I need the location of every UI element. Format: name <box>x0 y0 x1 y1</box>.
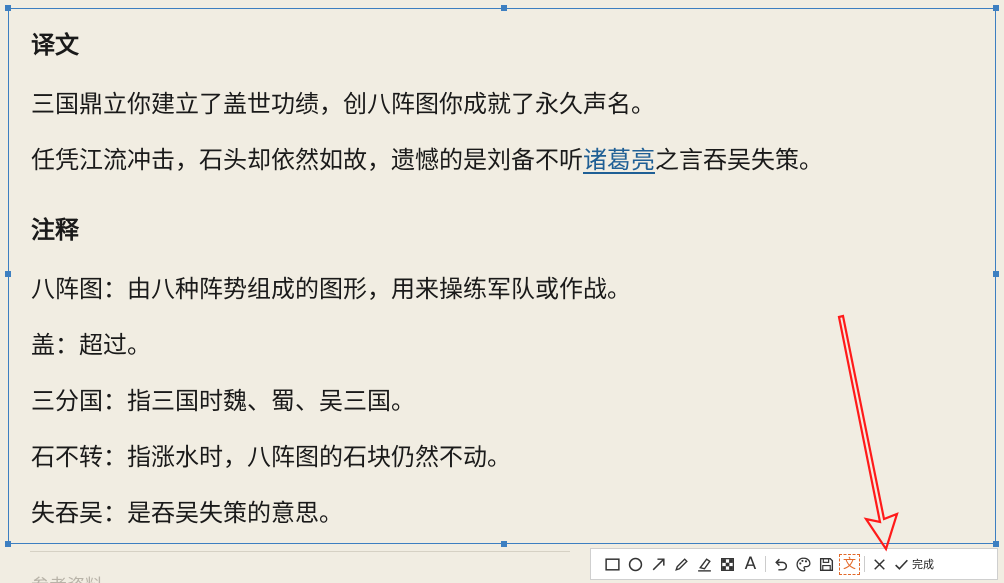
palette-icon <box>796 556 811 572</box>
marker-tool[interactable] <box>693 552 716 576</box>
resize-handle-right[interactable] <box>993 271 999 277</box>
resize-handle-top[interactable] <box>501 5 507 11</box>
undo-icon <box>775 558 788 571</box>
save-button[interactable] <box>815 552 838 576</box>
undo-button[interactable] <box>769 552 792 576</box>
close-icon <box>874 558 885 570</box>
cancel-button[interactable] <box>868 552 891 576</box>
save-icon <box>819 557 834 571</box>
capture-selection-frame[interactable] <box>8 8 996 544</box>
references-heading-partial: 参考资料 <box>31 572 103 583</box>
marker-icon <box>698 557 711 572</box>
ocr-text-button[interactable]: 文 <box>839 553 860 575</box>
resize-handle-bottom-right[interactable] <box>993 541 999 547</box>
rectangle-tool[interactable] <box>601 552 624 576</box>
text-tool[interactable]: A <box>739 552 762 576</box>
checkmark-icon <box>895 559 908 570</box>
done-label: 完成 <box>912 558 934 571</box>
arrow-tool[interactable] <box>647 552 670 576</box>
pen-icon <box>675 557 688 571</box>
content-divider <box>30 551 570 552</box>
color-picker-button[interactable] <box>792 552 815 576</box>
resize-handle-left[interactable] <box>5 271 11 277</box>
text-icon: A <box>744 554 757 574</box>
mosaic-icon <box>721 557 734 571</box>
mosaic-tool[interactable] <box>716 552 739 576</box>
done-button[interactable]: 完成 <box>893 556 934 573</box>
resize-handle-bottom[interactable] <box>501 541 507 547</box>
resize-handle-top-left[interactable] <box>5 5 11 11</box>
ellipse-tool[interactable] <box>624 552 647 576</box>
ellipse-icon <box>628 557 643 571</box>
resize-handle-bottom-left[interactable] <box>5 541 11 547</box>
ocr-icon: 文 <box>842 556 856 572</box>
capture-toolbar: A 文 完成 <box>590 548 998 580</box>
screenshot-stage: 译文 三国鼎立你建立了盖世功绩，创八阵图你成就了永久声名。 任凭江流冲击，石头却… <box>0 0 1004 583</box>
rectangle-icon <box>605 557 620 571</box>
toolbar-separator <box>864 556 865 572</box>
arrow-icon <box>652 557 665 570</box>
resize-handle-top-right[interactable] <box>993 5 999 11</box>
toolbar-separator <box>765 556 766 572</box>
pen-tool[interactable] <box>670 552 693 576</box>
